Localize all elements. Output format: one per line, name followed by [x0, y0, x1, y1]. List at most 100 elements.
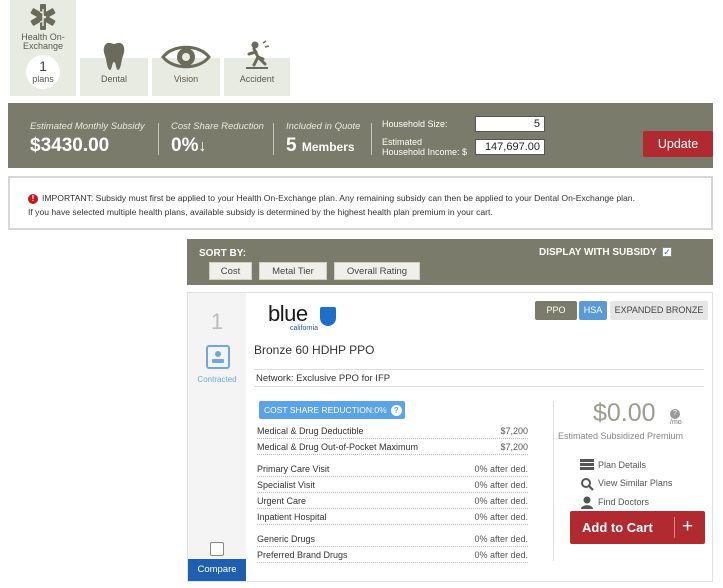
person-icon — [581, 496, 593, 509]
tab-vision-label: Vision — [173, 74, 199, 84]
ppo-badge: PPO — [535, 301, 577, 320]
benefit-value: 0% after ded. — [474, 464, 528, 474]
contracted-label: Contracted — [197, 375, 237, 384]
divider — [371, 123, 372, 155]
tab-health-on-exchange[interactable]: Health On- Exchange 1 plans — [10, 0, 76, 96]
carrier-logo-word: blue — [268, 301, 308, 326]
monthly-subsidy-value: $3430.00 — [30, 135, 110, 156]
price-help-icon[interactable]: ? — [670, 409, 680, 419]
benefit-value: $7,200 — [500, 426, 528, 436]
plan-rank-column: 1 Contracted Compare — [188, 293, 246, 581]
benefit-value: 0% after ded. — [474, 480, 528, 490]
benefit-label: Generic Drugs — [257, 534, 316, 544]
household-income-input[interactable]: 147,697.00 — [475, 139, 545, 155]
view-similar-plans-label: View Similar Plans — [598, 478, 673, 488]
household-size-input[interactable]: 5 — [475, 116, 545, 132]
eye-icon — [161, 45, 211, 69]
plus-icon: + — [682, 516, 694, 537]
sort-cost-button[interactable]: Cost — [209, 262, 252, 280]
household-size-label: Household Size: — [382, 119, 448, 129]
medical-star-icon — [30, 4, 56, 30]
sort-by-label: SORT BY: — [199, 248, 247, 259]
benefit-row: Medical & Drug Out-of-Pocket Maximum $7,… — [257, 439, 528, 455]
benefit-row: Primary Care Visit 0% after ded. — [257, 461, 528, 477]
price-unit: ? /mo — [670, 409, 682, 427]
search-icon — [581, 478, 594, 491]
benefit-label: Primary Care Visit — [257, 464, 330, 474]
benefit-label: Medical & Drug Out-of-Pocket Maximum — [257, 442, 419, 452]
tab-vision[interactable]: Vision — [152, 45, 220, 96]
add-to-cart-button[interactable]: Add to Cart + — [570, 511, 705, 544]
tab-accident[interactable]: Accident — [224, 40, 290, 96]
divider — [158, 123, 159, 155]
plan-rank: 1 — [210, 309, 224, 334]
sort-metal-tier-button[interactable]: Metal Tier — [259, 262, 327, 280]
csr-value-text: 0% — [171, 135, 199, 156]
list-icon — [580, 459, 594, 470]
included-unit: Members — [301, 140, 355, 154]
tooth-icon — [103, 42, 125, 70]
household-income-label-line1: Estimated — [382, 137, 423, 147]
csr-pill-text: COST SHARE REDUCTION:0% — [264, 405, 387, 415]
update-button[interactable]: Update — [643, 131, 713, 157]
display-with-subsidy-checkbox[interactable]: ✓ — [662, 247, 672, 257]
tab-health-label: Health On- Exchange — [10, 33, 76, 51]
monthly-subsidy-label: Estimated Monthly Subsidy — [30, 121, 145, 132]
subsidy-summary-bar: Estimated Monthly Subsidy $3430.00 Cost … — [8, 103, 713, 168]
household-income-label-line2: Household Income: $ — [382, 147, 468, 157]
benefit-label: Preferred Brand Drugs — [257, 550, 348, 560]
price-unit-text: /mo — [670, 419, 682, 426]
benefit-row: Preferred Brand Drugs 0% after ded. — [257, 547, 528, 563]
benefit-row: Inpatient Hospital 0% after ded. — [257, 509, 528, 525]
add-to-cart-label: Add to Cart — [582, 520, 653, 535]
plans-count-number: 1 — [39, 58, 47, 74]
benefit-value: 0% after ded. — [474, 534, 528, 544]
tab-dental[interactable]: Dental — [80, 42, 148, 96]
plan-quote-page: Health On- Exchange 1 plans Dental Visio… — [0, 0, 723, 588]
benefit-row: Generic Drugs 0% after ded. — [257, 531, 528, 547]
benefit-value: 0% after ded. — [474, 550, 528, 560]
csr-value: 0%↓ — [171, 135, 206, 157]
help-icon[interactable]: ? — [390, 405, 402, 416]
falling-person-icon — [246, 40, 270, 69]
important-notice: ! IMPORTANT: Subsidy must first be applie… — [8, 176, 713, 230]
included-label: Included in Quote — [286, 121, 361, 132]
divider — [553, 401, 554, 561]
benefit-row: Specialist Visit 0% after ded. — [257, 477, 528, 493]
benefit-label: Inpatient Hospital — [257, 512, 327, 522]
arrow-down-icon: ↓ — [198, 138, 207, 155]
benefit-value: 0% after ded. — [474, 496, 528, 506]
included-count: 5 — [286, 135, 297, 156]
divider — [273, 123, 274, 155]
display-with-subsidy-label: DISPLAY WITH SUBSIDY — [539, 247, 657, 258]
cost-share-reduction-pill: COST SHARE REDUCTION:0%? — [259, 401, 405, 419]
sort-overall-rating-button[interactable]: Overall Rating — [334, 262, 420, 280]
tab-accident-label: Accident — [239, 74, 275, 84]
premium-label: Estimated Subsidized Premium — [558, 431, 684, 441]
benefit-row: Urgent Care 0% after ded. — [257, 493, 528, 509]
notice-line-1: ! IMPORTANT: Subsidy must first be applie… — [28, 191, 711, 205]
carrier-logo: blue california — [268, 301, 340, 335]
plans-count-label: plans — [32, 74, 54, 84]
compare-checkbox[interactable] — [210, 542, 224, 556]
carrier-logo-sub: california — [290, 325, 319, 332]
id-badge-icon — [212, 351, 224, 363]
notice-line-1-text: IMPORTANT: Subsidy must first be applied… — [42, 193, 635, 203]
benefit-label: Specialist Visit — [257, 480, 315, 490]
metal-tier-badge: EXPANDED BRONZE — [610, 301, 708, 320]
health-plans-count: 1 plans — [26, 55, 60, 89]
hsa-badge: HSA — [579, 301, 607, 320]
household-income-label: Estimated Household Income: $ — [382, 137, 467, 157]
plan-name: Bronze 60 HDHP PPO — [254, 343, 375, 357]
compare-button[interactable]: Compare — [188, 559, 246, 581]
premium-price: $0.00 — [593, 399, 656, 427]
tab-dental-label: Dental — [100, 74, 127, 84]
divider — [674, 517, 675, 538]
csr-label: Cost Share Reduction — [171, 121, 264, 132]
contracted-icon — [206, 345, 230, 369]
alert-icon: ! — [28, 194, 38, 204]
find-doctors-label: Find Doctors — [598, 497, 650, 507]
benefit-label: Medical & Drug Deductible — [257, 426, 364, 436]
benefit-value: $7,200 — [500, 442, 528, 452]
notice-line-2: If you have selected multiple health pla… — [28, 207, 493, 217]
